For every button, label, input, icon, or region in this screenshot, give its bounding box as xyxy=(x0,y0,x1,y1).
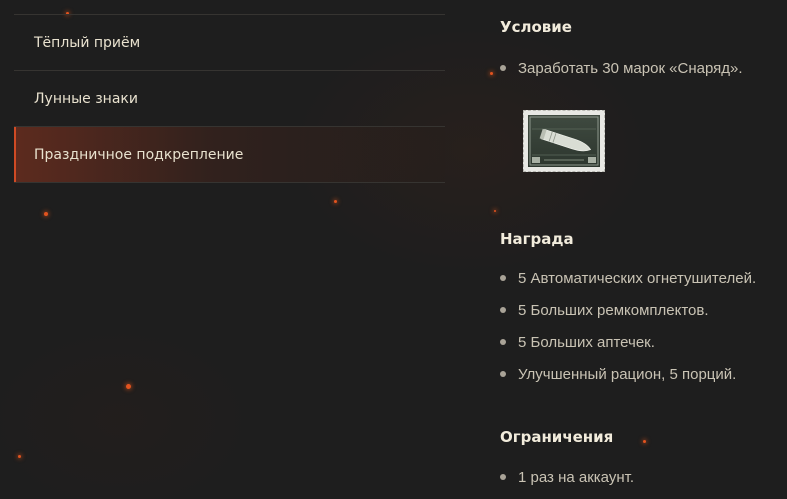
ember-decoration xyxy=(126,384,131,389)
menu-item-lunar-signs[interactable]: Лунные знаки xyxy=(14,71,445,127)
ember-decoration xyxy=(494,210,496,212)
bullet-icon xyxy=(500,339,506,345)
event-menu: Тёплый приём Лунные знаки Праздничное по… xyxy=(14,14,445,183)
limits-title: Ограничения xyxy=(500,428,614,446)
list-item: 1 раз на аккаунт. xyxy=(500,461,634,493)
bullet-icon xyxy=(500,65,506,71)
shell-icon xyxy=(529,116,599,166)
bullet-icon xyxy=(500,307,506,313)
ember-decoration xyxy=(643,440,646,443)
bullet-icon xyxy=(500,371,506,377)
reward-text: 5 Больших аптечек. xyxy=(518,333,655,351)
reward-text: Улучшенный рацион, 5 порций. xyxy=(518,365,737,383)
bullet-icon xyxy=(500,275,506,281)
limits-list: 1 раз на аккаунт. xyxy=(500,461,634,493)
menu-item-label: Тёплый приём xyxy=(34,34,141,51)
menu-item-warm-welcome[interactable]: Тёплый приём xyxy=(14,15,445,71)
reward-text: 5 Автоматических огнетушителей. xyxy=(518,269,757,287)
reward-list: 5 Автоматических огнетушителей. 5 Больши… xyxy=(500,262,756,390)
reward-title: Награда xyxy=(500,230,574,248)
condition-title: Условие xyxy=(500,18,572,36)
ember-decoration xyxy=(18,455,21,458)
list-item: Улучшенный рацион, 5 порций. xyxy=(500,358,756,390)
ember-decoration xyxy=(334,200,337,203)
bullet-icon xyxy=(500,474,506,480)
ember-decoration xyxy=(490,72,493,75)
list-item: 5 Автоматических огнетушителей. xyxy=(500,262,756,294)
condition-text: Заработать 30 марок «Снаряд». xyxy=(518,59,743,77)
menu-item-holiday-reinforcement[interactable]: Праздничное подкрепление xyxy=(14,127,445,183)
menu-item-label: Праздничное подкрепление xyxy=(34,146,244,163)
shell-stamp-icon xyxy=(523,110,605,172)
list-item: 5 Больших аптечек. xyxy=(500,326,756,358)
list-item: 5 Больших ремкомплектов. xyxy=(500,294,756,326)
ember-decoration xyxy=(44,212,48,216)
menu-item-label: Лунные знаки xyxy=(34,90,138,107)
limits-text: 1 раз на аккаунт. xyxy=(518,468,634,486)
reward-text: 5 Больших ремкомплектов. xyxy=(518,301,709,319)
condition-list: Заработать 30 марок «Снаряд». xyxy=(500,52,743,84)
list-item: Заработать 30 марок «Снаряд». xyxy=(500,52,743,84)
